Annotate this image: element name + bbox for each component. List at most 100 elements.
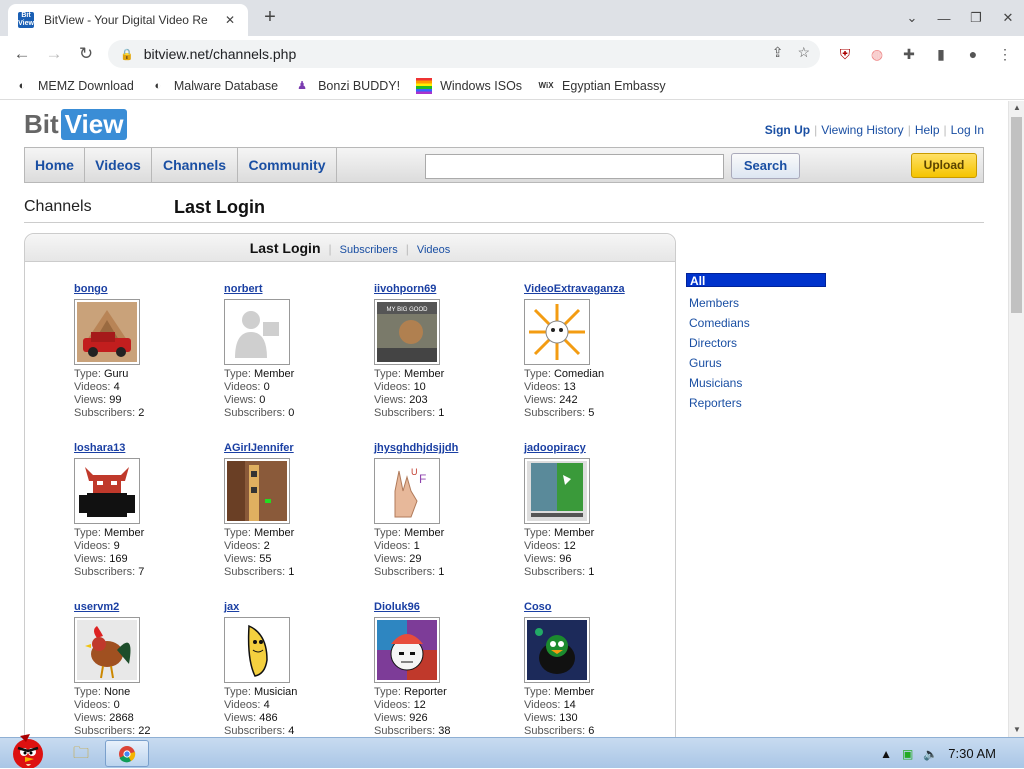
channel-name-link[interactable]: Dioluk96 xyxy=(374,601,514,615)
channel-subscribers: Subscribers: 38 xyxy=(374,725,451,737)
channel-name-link[interactable]: uservm2 xyxy=(74,601,214,615)
filter-members[interactable]: Members xyxy=(686,293,826,313)
profile-avatar-icon[interactable]: ● xyxy=(962,46,984,62)
address-bar[interactable]: 🔒 bitview.net/channels.php ⇪ ☆ xyxy=(108,40,820,68)
filter-reporters[interactable]: Reporters xyxy=(686,393,826,413)
channel-name-link[interactable]: jhysghdhjdsjjdh xyxy=(374,442,514,456)
bookmark-memz[interactable]: ◐ MEMZ Download xyxy=(14,78,134,94)
minimize-button[interactable]: — xyxy=(928,11,960,26)
tab-strip: Bit View BitView - Your Digital Video Re … xyxy=(0,0,1024,36)
channel-name-link[interactable]: bongo xyxy=(74,283,214,297)
tab-subscribers[interactable]: Subscribers xyxy=(340,244,398,256)
volume-icon[interactable]: 🔈 xyxy=(923,747,938,761)
channel-name-link[interactable]: VideoExtravaganza xyxy=(524,283,664,297)
page-scrollbar[interactable]: ▲ ▼ xyxy=(1008,101,1024,737)
search-input[interactable] xyxy=(425,154,724,179)
nav-videos[interactable]: Videos xyxy=(85,148,152,182)
channel-name-link[interactable]: jax xyxy=(224,601,364,615)
bitview-logo[interactable]: Bit View xyxy=(24,109,128,140)
side-panel-icon[interactable]: ▮ xyxy=(930,46,952,63)
nav-home[interactable]: Home xyxy=(25,148,85,182)
bookmark-bonzi-buddy[interactable]: ♟ Bonzi BUDDY! xyxy=(294,78,400,94)
channel-thumbnail[interactable] xyxy=(524,458,590,524)
kebab-menu-icon[interactable]: ⋮ xyxy=(994,46,1016,63)
bookmark-malware-database[interactable]: ◐ Malware Database xyxy=(150,78,279,94)
search-button[interactable]: Search xyxy=(731,153,800,179)
help-link[interactable]: Help xyxy=(915,123,940,137)
log-in-link[interactable]: Log In xyxy=(951,123,984,137)
channel-name-link[interactable]: norbert xyxy=(224,283,364,297)
bookmarks-bar: ◐ MEMZ Download ◐ Malware Database ♟ Bonzi … xyxy=(0,72,1024,100)
channel-thumbnail[interactable] xyxy=(524,299,590,365)
channel-thumbnail[interactable] xyxy=(74,458,140,524)
nav-community[interactable]: Community xyxy=(238,148,337,182)
svg-text:MY BIG GOOD: MY BIG GOOD xyxy=(387,307,429,313)
viewing-history-link[interactable]: Viewing History xyxy=(821,123,903,137)
angry-bird-start-icon[interactable] xyxy=(4,732,48,768)
ublock-icon[interactable]: ⛨ xyxy=(834,46,856,63)
tab-videos[interactable]: Videos xyxy=(417,244,450,256)
network-icon[interactable]: ▣ xyxy=(902,747,913,761)
tab-last-login[interactable]: Last Login xyxy=(250,240,321,256)
channel-subscribers: Subscribers: 1 xyxy=(374,407,445,419)
bookmark-egyptian-embassy[interactable]: WiX Egyptian Embassy xyxy=(538,78,666,94)
channel-thumbnail[interactable] xyxy=(374,617,440,683)
channel-views: Views: 55 xyxy=(224,553,272,565)
scroll-up-icon[interactable]: ▲ xyxy=(1009,101,1024,115)
url-text[interactable]: bitview.net/channels.php xyxy=(144,46,297,62)
channel-type: Type: Musician xyxy=(224,686,298,698)
puzzle-extensions-icon[interactable]: ✚ xyxy=(898,46,920,63)
forward-arrow-icon[interactable]: → xyxy=(38,38,70,70)
channel-thumbnail[interactable] xyxy=(224,299,290,365)
tab-search-icon[interactable]: ⌄ xyxy=(896,10,928,26)
clock[interactable]: 7:30 AM xyxy=(948,746,996,761)
channel-thumbnail[interactable]: MY BIG GOOD xyxy=(374,299,440,365)
channel-thumbnail[interactable] xyxy=(74,299,140,365)
tab-title: BitView - Your Digital Video Re xyxy=(44,13,208,27)
sign-up-link[interactable]: Sign Up xyxy=(765,123,810,137)
close-tab-icon[interactable]: ✕ xyxy=(222,13,238,27)
upload-button[interactable]: Upload xyxy=(911,153,977,178)
channel-thumbnail[interactable] xyxy=(74,617,140,683)
channel-name-link[interactable]: AGirlJennifer xyxy=(224,442,364,456)
reload-icon[interactable]: ↻ xyxy=(70,38,102,70)
svg-text:U: U xyxy=(411,467,418,477)
scrollbar-thumb[interactable] xyxy=(1011,117,1022,313)
bookmark-star-icon[interactable]: ☆ xyxy=(797,44,810,61)
channel-name-link[interactable]: iivohporn69 xyxy=(374,283,514,297)
file-explorer-icon[interactable]: 🗀 xyxy=(62,741,100,767)
channel-thumbnail[interactable] xyxy=(224,617,290,683)
bonzi-icon: ♟ xyxy=(297,79,308,92)
channel-card: uservm2 Type: None Videos: 0 Views: 2868 Sub… xyxy=(74,601,214,737)
new-tab-button[interactable]: + xyxy=(258,6,282,30)
filter-directors[interactable]: Directors xyxy=(686,333,826,353)
close-window-button[interactable]: ✕ xyxy=(992,10,1024,26)
tray-expand-icon[interactable]: ▲ xyxy=(880,747,892,761)
flag-extension-icon[interactable]: ◍ xyxy=(866,46,888,63)
svg-text:F: F xyxy=(419,472,426,486)
lock-icon[interactable]: 🔒 xyxy=(120,48,134,61)
channel-subscribers: Subscribers: 1 xyxy=(224,566,295,578)
channel-name-link[interactable]: loshara13 xyxy=(74,442,214,456)
channel-thumbnail[interactable] xyxy=(524,617,590,683)
filter-musicians[interactable]: Musicians xyxy=(686,373,826,393)
channel-thumbnail[interactable] xyxy=(224,458,290,524)
back-arrow-icon[interactable]: ← xyxy=(6,38,38,70)
channel-name-link[interactable]: jadoopiracy xyxy=(524,442,664,456)
share-icon[interactable]: ⇪ xyxy=(772,44,784,61)
bookmark-windows-isos[interactable]: Windows ISOs xyxy=(416,77,522,94)
chrome-taskbar-button[interactable] xyxy=(105,740,149,767)
filter-comedians[interactable]: Comedians xyxy=(686,313,826,333)
browser-tab[interactable]: Bit View BitView - Your Digital Video Re … xyxy=(8,4,248,36)
channel-views: Views: 486 xyxy=(224,712,278,724)
channel-avatar-image xyxy=(227,302,287,362)
filter-gurus[interactable]: Gurus xyxy=(686,353,826,373)
filter-all[interactable]: All xyxy=(686,273,826,288)
restore-button[interactable]: ❐ xyxy=(960,10,992,26)
extensions-area: ⛨ ◍ ✚ ▮ ● ⋮ xyxy=(834,40,1016,68)
channel-subscribers: Subscribers: 1 xyxy=(524,566,595,578)
channel-thumbnail[interactable]: FU xyxy=(374,458,440,524)
scroll-down-icon[interactable]: ▼ xyxy=(1009,723,1024,737)
channel-name-link[interactable]: Coso xyxy=(524,601,664,615)
nav-channels[interactable]: Channels xyxy=(152,148,238,182)
